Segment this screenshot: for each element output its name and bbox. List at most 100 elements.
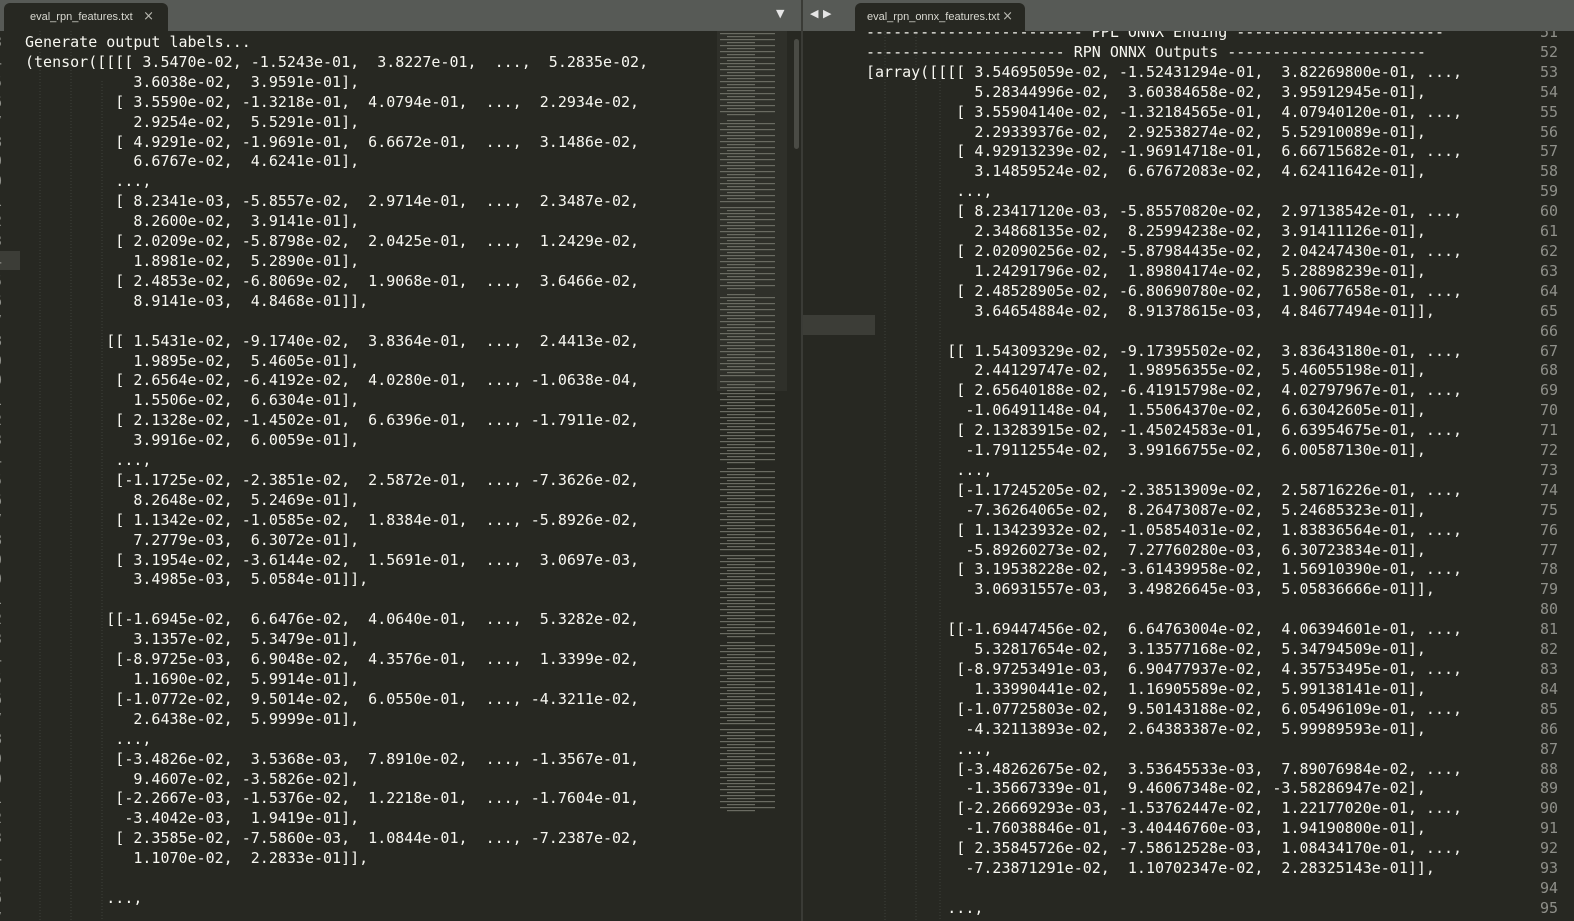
minimap-line	[727, 222, 755, 224]
code-line: -5.89260273e-02, 7.27760280e-03, 6.30723…	[866, 540, 1426, 559]
minimap-line	[727, 702, 755, 704]
minimap-line	[720, 273, 775, 275]
code-line: 2.9254e-02, 5.5291e-01],	[25, 112, 360, 131]
minimap-line	[727, 306, 755, 308]
minimap-line	[720, 585, 775, 587]
tab-dropdown-icon[interactable]: ▼	[776, 7, 784, 20]
minimap-line	[727, 300, 755, 302]
minimap-line	[727, 252, 755, 254]
minimap-line	[727, 198, 755, 200]
minimap-line	[727, 156, 755, 158]
tab-label: eval_rpn_features.txt	[30, 11, 133, 23]
right-editor-pane[interactable]: 51 52 53 54 55 56 57 58 59 60 61 62 63 64 65 66 67 68 69 70…	[803, 31, 1574, 921]
minimap-line	[720, 339, 775, 341]
minimap-line	[720, 489, 775, 491]
minimap[interactable]	[717, 31, 787, 821]
minimap-line	[720, 231, 775, 233]
minimap-line	[727, 54, 755, 56]
minimap-line	[720, 711, 775, 713]
minimap-line	[720, 321, 775, 323]
minimap-line	[727, 162, 755, 164]
left-editor-pane[interactable]: 3456789012345678901234567890123456789012…	[0, 31, 801, 921]
minimap-line	[727, 444, 755, 446]
code-line: [ 2.0209e-02, -5.8798e-02, 2.0425e-01, .…	[25, 232, 640, 251]
code-line: [ 2.48528905e-02, -6.80690780e-02, 1.906…	[866, 281, 1463, 300]
tab-eval-rpn-onnx-features[interactable]: eval_rpn_onnx_features.txt ×	[855, 3, 1025, 31]
code-line: 1.5506e-02, 6.6304e-01],	[25, 391, 360, 410]
minimap-line	[720, 693, 775, 695]
minimap-line	[727, 756, 755, 758]
code-line: [ 8.2341e-03, -5.8557e-02, 2.9714e-01, .…	[25, 192, 640, 211]
minimap-line	[720, 501, 775, 503]
minimap-line	[727, 684, 755, 686]
minimap-line	[727, 132, 755, 134]
code-text[interactable]: ------------------------ PPL ONNX Ending…	[866, 31, 1462, 919]
minimap-line	[727, 312, 755, 314]
code-line: 1.8981e-02, 5.2890e-01],	[25, 251, 360, 270]
code-line: -1.35667339e-01, 9.46067348e-02, -3.5828…	[866, 779, 1426, 798]
minimap-line	[720, 615, 775, 617]
code-line: [[-1.6945e-02, 6.6476e-02, 4.0640e-01, .…	[25, 610, 640, 629]
code-line: 3.9916e-02, 6.0059e-01],	[25, 431, 360, 450]
minimap-line	[720, 351, 775, 353]
minimap-line	[720, 735, 775, 737]
code-line: -1.06491148e-04, 1.55064370e-02, 6.63042…	[866, 401, 1426, 420]
minimap-line	[727, 648, 755, 650]
minimap-line	[720, 807, 775, 809]
minimap-line	[727, 750, 755, 752]
code-line: [-1.1725e-02, -2.3851e-02, 2.5872e-01, .…	[25, 470, 640, 489]
code-line: [[ 1.5431e-02, -9.1740e-02, 3.8364e-01, …	[25, 331, 640, 350]
minimap-line	[720, 327, 775, 329]
minimap-line	[720, 783, 775, 785]
minimap-line	[727, 324, 755, 326]
minimap-line	[727, 432, 755, 434]
minimap-line	[720, 99, 775, 101]
minimap-line	[720, 309, 775, 311]
minimap-line	[727, 258, 755, 260]
code-line: [[-1.69447456e-02, 6.64763004e-02, 4.063…	[866, 620, 1463, 639]
prev-tab-icon[interactable]: ◀	[810, 7, 818, 20]
code-line: 5.28344996e-02, 3.60384658e-02, 3.959129…	[866, 82, 1426, 101]
minimap-line	[727, 318, 755, 320]
minimap-line	[727, 150, 755, 152]
scrollbar[interactable]	[794, 39, 799, 149]
code-line: ...,	[25, 172, 152, 191]
minimap-line	[720, 279, 775, 281]
minimap-line	[720, 795, 775, 797]
minimap-line	[727, 168, 755, 170]
code-line: 2.29339376e-02, 2.92538274e-02, 5.529100…	[866, 122, 1426, 141]
minimap-line	[720, 681, 775, 683]
code-line: 3.1357e-02, 5.3479e-01],	[25, 630, 360, 649]
code-line: -1.76038846e-01, -3.40446760e-03, 1.9419…	[866, 819, 1426, 838]
minimap-line	[720, 777, 775, 779]
code-text[interactable]: Generate output labels... (tensor([[[[ 3.…	[25, 33, 648, 921]
minimap-line	[727, 354, 755, 356]
minimap-line	[727, 492, 755, 494]
minimap-line	[727, 114, 755, 116]
tab-eval-rpn-features[interactable]: eval_rpn_features.txt ×	[4, 3, 168, 31]
minimap-line	[727, 120, 755, 122]
next-tab-icon[interactable]: ▶	[823, 7, 831, 20]
close-icon[interactable]: ×	[1002, 10, 1013, 23]
code-line: 1.9895e-02, 5.4605e-01],	[25, 351, 360, 370]
code-line: -4.32113893e-02, 2.64383387e-02, 5.99989…	[866, 719, 1426, 738]
minimap-line	[727, 696, 755, 698]
close-icon[interactable]: ×	[143, 10, 154, 23]
minimap-line	[727, 108, 755, 110]
minimap-line	[720, 297, 775, 299]
minimap-line	[727, 606, 755, 608]
minimap-line	[720, 333, 775, 335]
minimap-line	[727, 522, 755, 524]
code-line: [ 1.13423932e-02, -1.05854031e-02, 1.838…	[866, 520, 1463, 539]
minimap-line	[720, 87, 775, 89]
minimap-line	[720, 675, 775, 677]
minimap-line	[720, 105, 775, 107]
minimap-line	[720, 387, 775, 389]
minimap-line	[727, 180, 755, 182]
code-line: 6.6767e-02, 4.6241e-01],	[25, 152, 360, 171]
minimap-line	[727, 540, 755, 542]
minimap-line	[727, 558, 755, 560]
